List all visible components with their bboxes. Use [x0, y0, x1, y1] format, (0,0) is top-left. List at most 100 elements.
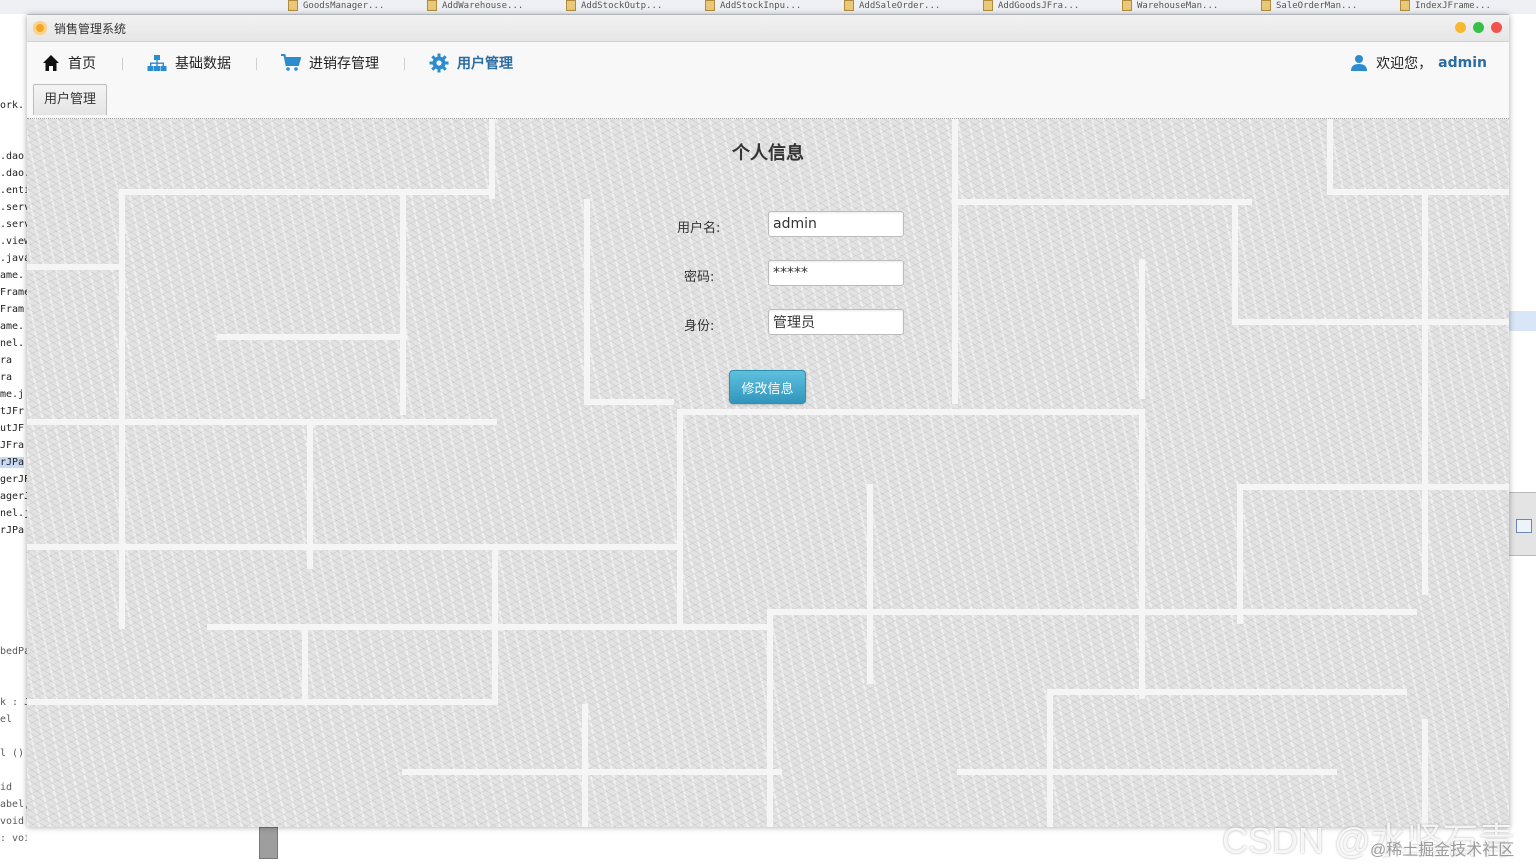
explorer-item[interactable]: .java	[0, 253, 27, 264]
bg-stone-seam	[119, 544, 125, 629]
current-username[interactable]: admin	[1438, 55, 1487, 71]
bg-stone-seam	[27, 419, 497, 425]
maximize-button[interactable]	[1473, 22, 1484, 33]
explorer-item[interactable]: .enti	[0, 185, 27, 196]
ide-tab[interactable]: AddSaleOrder...	[844, 0, 940, 12]
explorer-item[interactable]: Frame	[0, 287, 27, 298]
explorer-item[interactable]: .dao.	[0, 168, 27, 179]
code-line: abel,	[0, 799, 27, 810]
explorer-item[interactable]: ra	[0, 355, 12, 366]
content-area: 个人信息 用户名: 密码: 身份: 修改信息	[27, 119, 1509, 827]
code-line: : void	[0, 833, 27, 844]
explorer-item[interactable]: nel.j	[0, 508, 27, 519]
nav-basic-data[interactable]: 基础数据	[147, 52, 231, 74]
tab-strip: 用户管理	[27, 82, 1509, 119]
ide-tab[interactable]: WarehouseMan...	[1122, 0, 1218, 12]
explorer-item[interactable]: gerJP	[0, 474, 27, 485]
bg-stone-seam	[582, 704, 588, 827]
top-nav: 首页 基础数据 进销存管理 用户管理 欢迎您， admin	[27, 42, 1509, 82]
bg-stone-seam	[1422, 195, 1428, 595]
ide-tab[interactable]: AddWarehouse...	[427, 0, 523, 12]
ide-tab[interactable]: AddStockOutp...	[566, 0, 662, 12]
nav-user-mgmt-label: 用户管理	[457, 56, 513, 72]
nav-divider	[404, 58, 405, 70]
bg-stone-seam	[867, 484, 873, 684]
explorer-item[interactable]: nel.	[0, 338, 24, 349]
bg-stone-seam	[402, 769, 782, 775]
ide-package-explorer: ork. .dao .dao. .enti .serv .serv .view …	[0, 14, 27, 864]
bg-stone-seam	[207, 624, 767, 630]
bg-stone-seam	[677, 409, 1142, 415]
explorer-item[interactable]: .view	[0, 236, 27, 247]
welcome-text: 欢迎您，	[1376, 56, 1433, 72]
console-icon[interactable]	[1516, 519, 1532, 533]
role-label: 身份:	[684, 319, 715, 334]
ide-tab[interactable]: SaleOrderMan...	[1261, 0, 1357, 12]
tab-user-mgmt[interactable]: 用户管理	[33, 84, 108, 115]
nav-inventory[interactable]: 进销存管理	[281, 52, 379, 74]
ide-right-panel	[1509, 14, 1536, 864]
explorer-item[interactable]: .dao	[0, 151, 24, 162]
sitemap-icon	[147, 55, 167, 71]
nav-user-mgmt[interactable]: 用户管理	[429, 52, 513, 74]
bg-stone-seam	[1422, 719, 1428, 827]
bg-stone-seam	[302, 624, 308, 704]
password-label: 密码:	[684, 270, 715, 285]
user-icon	[1351, 55, 1368, 71]
explorer-item[interactable]: JFra	[0, 440, 24, 451]
app-logo-icon	[33, 21, 47, 35]
explorer-item[interactable]: .serv	[0, 219, 27, 230]
explorer-item[interactable]: rJPa	[0, 525, 24, 536]
explorer-item[interactable]: ork.	[0, 100, 24, 111]
role-row: 身份:	[27, 309, 1509, 337]
code-line: bedPa	[0, 646, 27, 657]
ide-tab[interactable]: AddGoodsJFra...	[983, 0, 1079, 12]
bg-stone-seam	[767, 609, 1417, 615]
ide-tab[interactable]: AddStockInpu...	[705, 0, 801, 12]
ide-tab-bar: GoodsManager... AddWarehouse... AddStock…	[0, 0, 1536, 15]
nav-divider	[122, 58, 123, 70]
close-button[interactable]	[1491, 22, 1502, 33]
explorer-item[interactable]: ame.	[0, 270, 24, 281]
explorer-item[interactable]: tJFr	[0, 406, 24, 417]
bg-stone-seam	[957, 769, 1337, 775]
explorer-item[interactable]: me.j	[0, 389, 24, 400]
ide-tab[interactable]: IndexJFrame...	[1400, 0, 1491, 12]
nav-basic-data-label: 基础数据	[175, 56, 231, 72]
gear-icon	[429, 53, 449, 73]
explorer-item[interactable]: ra	[0, 372, 12, 383]
username-input[interactable]	[768, 211, 904, 237]
ide-selection-highlight	[1509, 311, 1536, 331]
ide-scrollbar-thumb[interactable]	[259, 827, 278, 859]
password-input[interactable]	[768, 260, 904, 286]
explorer-item[interactable]: ame.	[0, 321, 24, 332]
bg-stone-seam	[119, 189, 489, 195]
role-input[interactable]	[768, 309, 904, 335]
home-icon	[43, 55, 59, 71]
welcome-user: 欢迎您， admin	[1350, 52, 1487, 74]
explorer-item[interactable]: utJF	[0, 423, 24, 434]
minimize-button[interactable]	[1455, 22, 1466, 33]
app-window: 销售管理系统 首页 基础数据 进销存管理 用户管理 欢迎您， admin 用户管…	[27, 15, 1509, 827]
nav-home[interactable]: 首页	[42, 52, 96, 74]
bg-stone-seam	[767, 609, 773, 827]
bg-stone-seam	[1327, 189, 1509, 195]
watermark-sub: @稀土掘金技术社区	[1370, 842, 1515, 859]
explorer-item[interactable]: Fram	[0, 304, 24, 315]
title-bar[interactable]: 销售管理系统	[27, 15, 1509, 42]
explorer-item-selected[interactable]: rJPa	[0, 457, 25, 468]
code-line: k : J	[0, 697, 27, 708]
username-label: 用户名:	[677, 221, 721, 236]
code-line: void	[0, 816, 25, 827]
bg-stone-seam	[1047, 689, 1407, 695]
shopping-cart-icon	[281, 54, 301, 71]
ide-tab[interactable]: GoodsManager...	[288, 0, 384, 12]
nav-home-label: 首页	[68, 56, 96, 72]
bg-stone-seam	[1047, 689, 1053, 827]
explorer-item[interactable]: agerJ	[0, 491, 27, 502]
bg-stone-seam	[1237, 484, 1243, 624]
explorer-item[interactable]: .serv	[0, 202, 27, 213]
code-line: l ()	[0, 748, 25, 759]
edit-info-button[interactable]: 修改信息	[729, 370, 806, 404]
nav-inventory-label: 进销存管理	[309, 56, 379, 72]
